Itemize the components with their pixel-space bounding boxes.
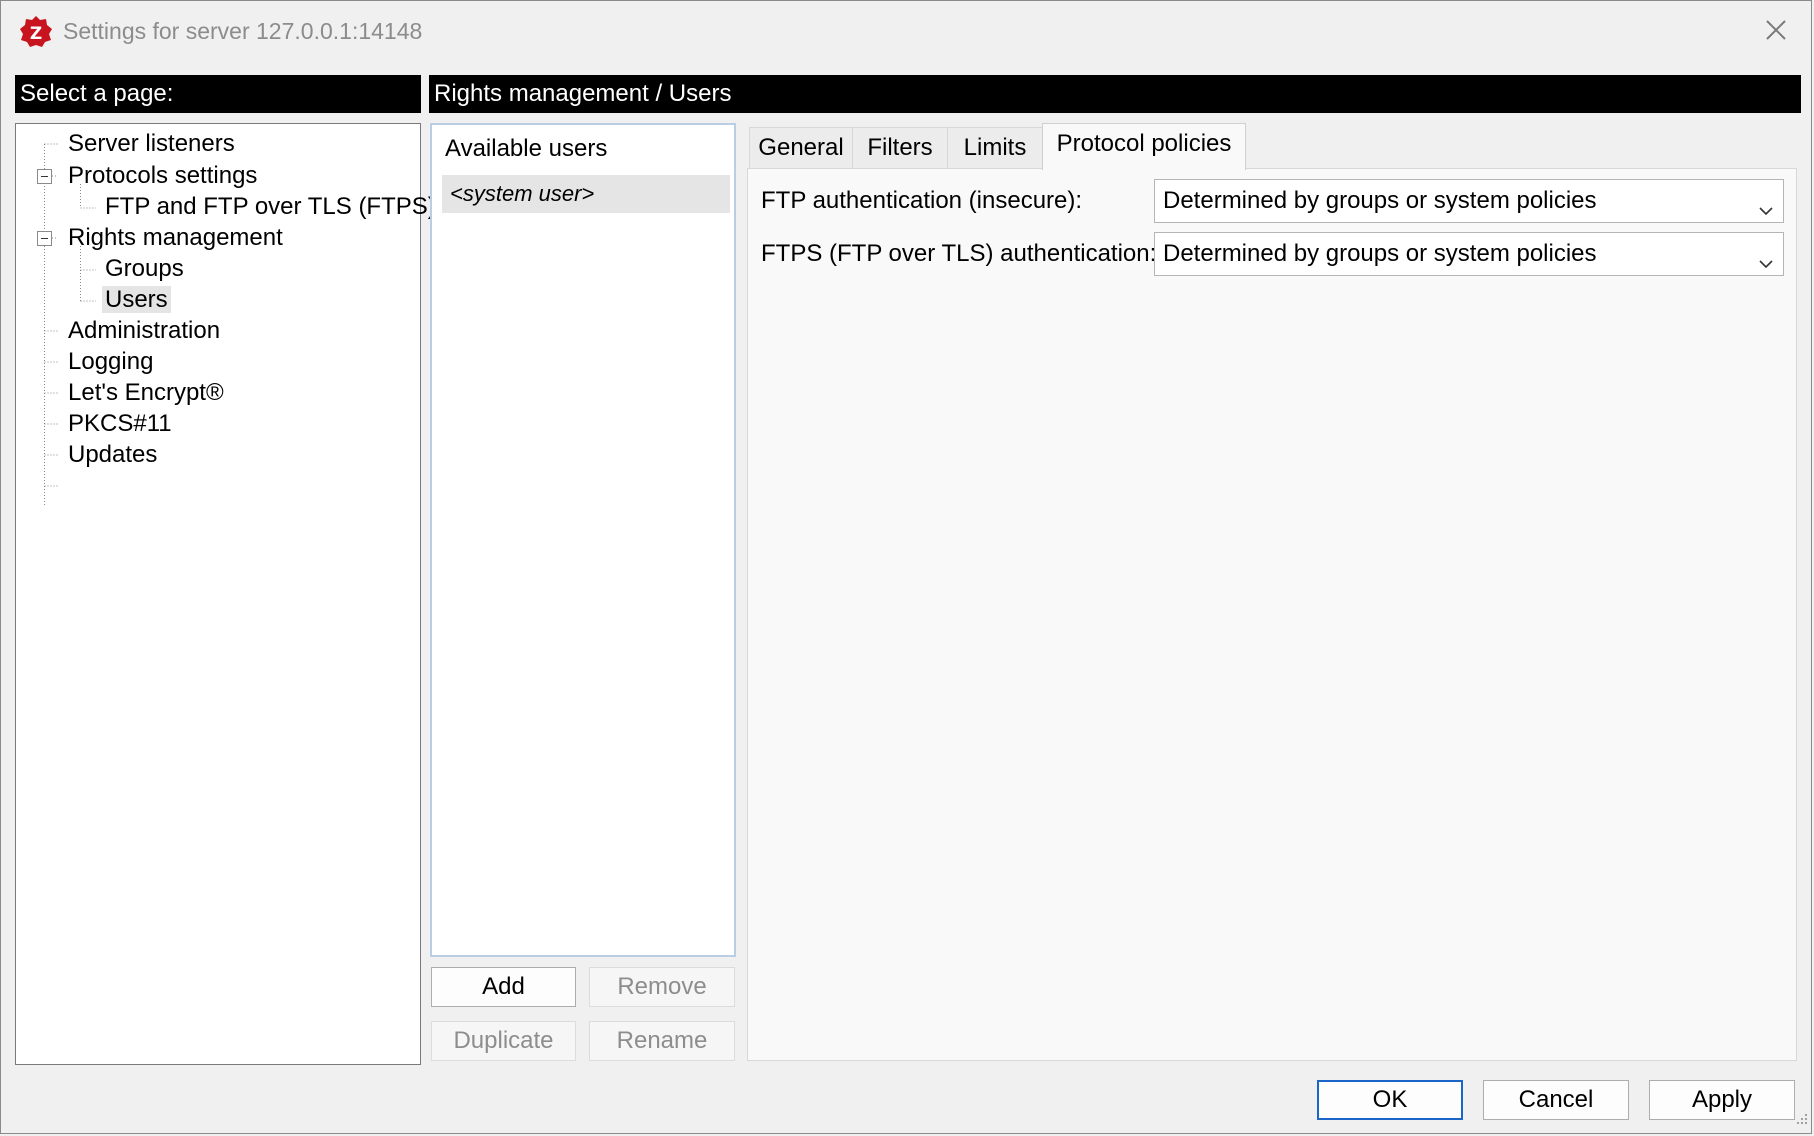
tree-item-label: FTP and FTP over TLS (FTPS) [105,193,436,220]
title-bar: Z Settings for server 127.0.0.1:14148 [1,1,1811,65]
ftp-authentication-select[interactable]: Determined by groups or system policies [1154,179,1784,223]
ftp-authentication-label: FTP authentication (insecure): [761,187,1083,214]
ftp-authentication-value: Determined by groups or system policies [1163,187,1597,214]
tree-item-users[interactable]: Users [102,285,171,315]
tab-filters[interactable]: Filters [852,127,948,169]
tree-item-label: Logging [68,348,154,375]
page-title: Rights management / Users [434,80,732,107]
list-item[interactable]: <system user> [442,175,730,213]
page-tree[interactable]: Server listeners Protocols settings FTP … [15,123,436,1065]
remove-user-button[interactable]: Remove [589,967,735,1007]
tab-limits[interactable]: Limits [947,127,1043,169]
tab-protocol-policies[interactable]: Protocol policies [1042,123,1246,170]
tab-label: Protocol policies [1056,130,1232,157]
tab-general[interactable]: General [749,127,853,169]
apply-button[interactable]: Apply [1649,1080,1795,1120]
tree-item-label: Updates [68,441,158,468]
duplicate-user-button[interactable]: Duplicate [431,1021,576,1061]
tree-item-protocols-settings[interactable]: Protocols settings [65,161,260,191]
tree-item-label: Users [102,286,171,313]
svg-text:Z: Z [30,24,42,44]
page-title-header: Rights management / Users [429,75,1801,113]
tree-item-rights-management[interactable]: Rights management [65,223,286,253]
ftps-authentication-value: Determined by groups or system policies [1163,240,1597,267]
settings-dialog: Z Settings for server 127.0.0.1:14148 Se… [0,0,1812,1134]
window-title: Settings for server 127.0.0.1:14148 [63,18,423,44]
tree-item-label: Protocols settings [68,162,258,189]
tree-item-pkcs11[interactable]: PKCS#11 [65,409,175,439]
tree-item-label: Administration [68,317,221,344]
resize-grip-icon[interactable] [1795,1112,1809,1131]
tree-item-label: Let's Encrypt® [68,379,224,406]
apply-button-label: Apply [1691,1086,1753,1113]
page-select-label: Select a page: [20,80,174,107]
cancel-button-label: Cancel [1518,1086,1594,1113]
tab-label: General [758,134,844,161]
rights-management-expander[interactable] [37,231,52,246]
add-user-button-label: Add [482,973,525,1000]
tree-item-groups[interactable]: Groups [102,254,187,284]
tree-item-ftp-ftps[interactable]: FTP and FTP over TLS (FTPS) [102,192,439,222]
tree-item-logging[interactable]: Logging [65,347,156,377]
tree-item-administration[interactable]: Administration [65,316,223,346]
add-user-button[interactable]: Add [431,967,576,1007]
tab-label: Filters [867,134,933,161]
filezilla-server-icon: Z [19,15,53,49]
protocols-settings-expander[interactable] [37,169,52,184]
users-list-caption: Available users [445,135,608,162]
remove-user-button-label: Remove [617,973,707,1000]
tree-item-server-listeners[interactable]: Server listeners [65,129,238,159]
chevron-down-icon [1757,245,1775,287]
tree-item-label: Groups [105,255,184,282]
tree-item-label: PKCS#11 [68,410,172,437]
ftps-authentication-select[interactable]: Determined by groups or system policies [1154,232,1784,276]
ftps-authentication-label: FTPS (FTP over TLS) authentication: [761,240,1157,267]
cancel-button[interactable]: Cancel [1483,1080,1629,1120]
ok-button[interactable]: OK [1317,1080,1463,1120]
tree-item-updates[interactable]: Updates [65,440,160,470]
duplicate-user-button-label: Duplicate [453,1027,554,1054]
chevron-down-icon [1757,192,1775,234]
rename-user-button-label: Rename [616,1027,708,1054]
close-button[interactable] [1751,9,1801,55]
users-list[interactable]: Available users <system user> [430,123,736,957]
protocol-policies-panel: FTP authentication (insecure): Determine… [747,168,1797,1061]
tree-item-label: Server listeners [68,130,235,157]
tab-label: Limits [963,134,1027,161]
tree-item-label: Rights management [68,224,283,251]
ok-button-label: OK [1372,1086,1408,1113]
page-select-header: Select a page: [15,75,421,113]
close-icon [1765,19,1787,46]
rename-user-button[interactable]: Rename [589,1021,735,1061]
tree-item-lets-encrypt[interactable]: Let's Encrypt® [65,378,227,408]
